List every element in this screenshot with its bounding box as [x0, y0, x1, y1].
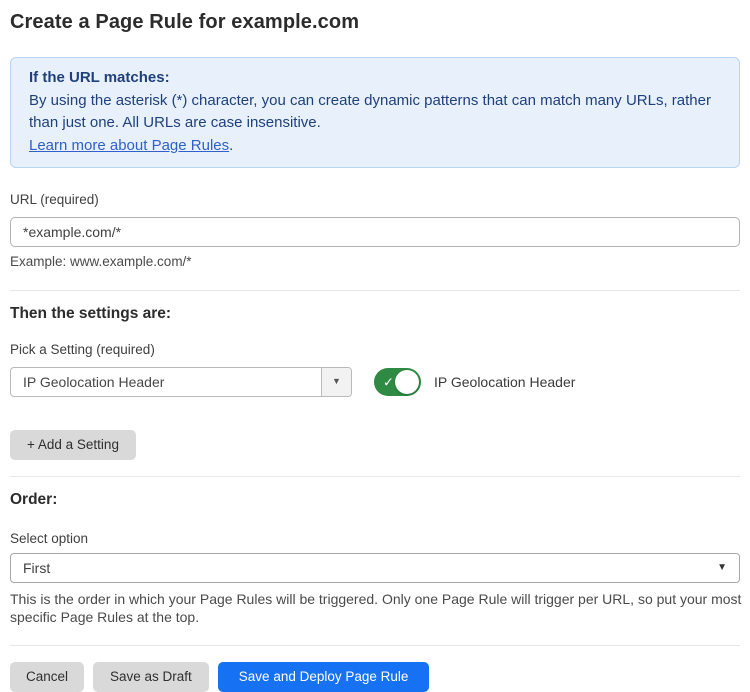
order-select-label: Select option: [10, 531, 740, 547]
toggle-label: IP Geolocation Header: [434, 374, 575, 390]
divider: [10, 476, 740, 477]
url-input[interactable]: [10, 217, 740, 247]
toggle-knob: [395, 370, 419, 394]
setting-select-arrow-button[interactable]: ▼: [321, 368, 351, 396]
setting-select[interactable]: IP Geolocation Header ▼: [10, 367, 352, 397]
order-help-text: This is the order in which your Page Rul…: [10, 590, 742, 627]
divider: [10, 290, 740, 291]
pick-setting-label: Pick a Setting (required): [10, 342, 740, 358]
divider: [10, 645, 740, 646]
settings-section-heading: Then the settings are:: [10, 304, 740, 323]
info-box-link-line: Learn more about Page Rules.: [29, 135, 721, 158]
info-box-heading: If the URL matches:: [29, 67, 721, 90]
learn-more-link[interactable]: Learn more about Page Rules: [29, 137, 229, 154]
ip-geolocation-toggle[interactable]: ✓: [374, 368, 421, 396]
setting-row: IP Geolocation Header ▼ ✓ IP Geolocation…: [10, 367, 740, 397]
save-draft-button[interactable]: Save as Draft: [93, 662, 209, 692]
setting-select-value: IP Geolocation Header: [11, 374, 164, 390]
select-arrow-icon: ▼: [717, 562, 727, 573]
chevron-down-icon: ▼: [332, 377, 341, 386]
link-suffix: .: [229, 137, 233, 154]
create-page-rule-form: Create a Page Rule for example.com If th…: [0, 0, 750, 692]
url-match-info-box: If the URL matches: By using the asteris…: [10, 57, 740, 168]
cancel-button[interactable]: Cancel: [10, 662, 84, 692]
url-example-hint: Example: www.example.com/*: [10, 253, 742, 272]
order-section-heading: Order:: [10, 490, 740, 509]
info-box-body: By using the asterisk (*) character, you…: [29, 90, 721, 135]
order-select-value: First: [23, 560, 50, 576]
add-setting-button[interactable]: + Add a Setting: [10, 430, 136, 460]
page-title: Create a Page Rule for example.com: [10, 10, 740, 34]
save-deploy-button[interactable]: Save and Deploy Page Rule: [218, 662, 430, 692]
check-icon: ✓: [383, 375, 394, 388]
url-label: URL (required): [10, 192, 740, 208]
order-select[interactable]: First ▼: [10, 553, 740, 583]
footer-actions: Cancel Save as Draft Save and Deploy Pag…: [10, 662, 740, 692]
